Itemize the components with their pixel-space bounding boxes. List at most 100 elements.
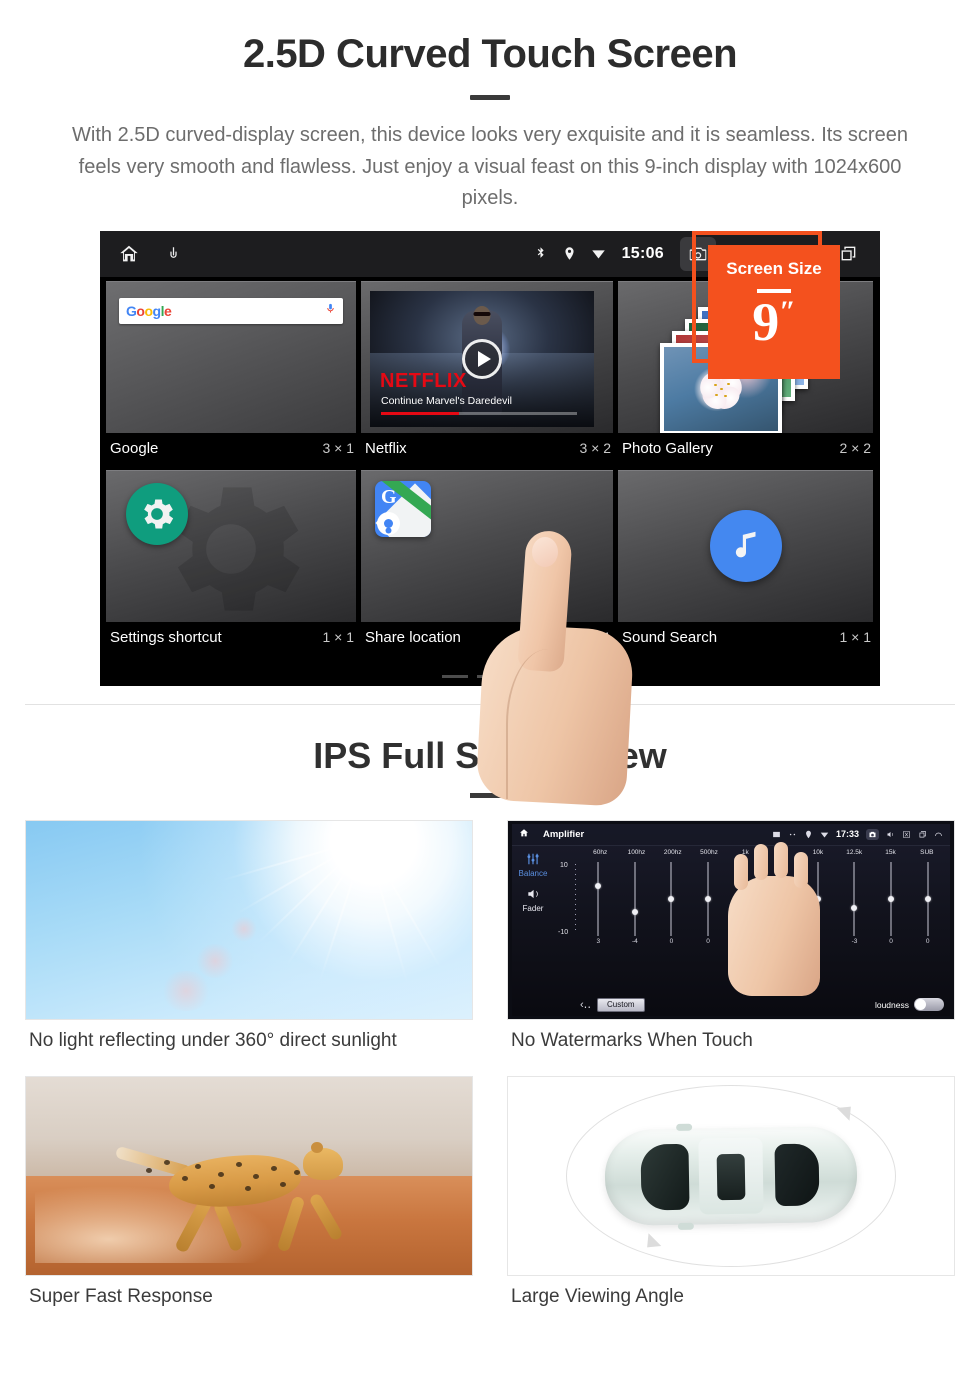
widget-label: Sound Search	[622, 628, 718, 646]
equalizer-screen: Amplifier 17:33 Balance Fader 60hz 100hz…	[508, 820, 954, 1019]
bluetooth-icon	[533, 246, 548, 261]
widget-google-preview[interactable]: Google	[106, 280, 356, 433]
balance-tab-label[interactable]: Balance	[519, 869, 548, 878]
feature-card-label: No light reflecting under 360° direct su…	[29, 1029, 397, 1051]
loudness-label: loudness	[874, 999, 909, 1010]
equalizer-title: Amplifier	[543, 828, 585, 840]
play-icon[interactable]	[462, 338, 502, 379]
feature-card: Amplifier 17:33 Balance Fader 60hz 100hz…	[507, 819, 955, 1066]
google-logo: Google	[126, 302, 172, 319]
equalizer-band-labels: 60hz 100hz 200hz 500hz 1k 2.5k 10k 12.5k…	[556, 849, 945, 856]
equalizer-side-tabs: Balance Fader	[512, 846, 554, 1016]
maps-g-letter: G	[381, 485, 397, 508]
widget-caption: Share location 1 × 1	[361, 622, 613, 655]
widget-netflix[interactable]: NETFLIX Continue Marvel's Daredevil Netf…	[361, 280, 613, 466]
equalizer-slider[interactable]	[909, 861, 946, 936]
widget-caption: Google 3 × 1	[106, 433, 356, 466]
widget-settings-preview[interactable]	[106, 469, 356, 622]
location-icon	[562, 246, 577, 261]
scale-min: -10	[558, 928, 569, 936]
widget-size: 3 × 1	[322, 440, 354, 457]
widget-label: Netflix	[365, 439, 407, 457]
close-icon[interactable]	[902, 830, 911, 839]
wifi-icon	[591, 246, 606, 261]
netflix-artwork: NETFLIX Continue Marvel's Daredevil	[370, 290, 594, 427]
widget-share-location[interactable]: G Share location 1 × 1	[361, 469, 613, 655]
page-subtitle: With 2.5D curved-display screen, this de…	[72, 124, 908, 210]
section-two-underline	[470, 792, 510, 798]
widget-label: Share location	[365, 628, 461, 646]
equalizer-slider[interactable]	[580, 861, 617, 936]
equalizer-slider[interactable]	[617, 861, 654, 936]
widget-size: 3 × 2	[579, 440, 611, 457]
netflix-progress-bar	[381, 412, 577, 415]
feature-card: Super Fast Response	[25, 1075, 473, 1322]
gear-icon[interactable]	[126, 482, 188, 545]
page-indicator[interactable]	[100, 674, 880, 678]
google-search-bar[interactable]: Google	[119, 297, 343, 324]
fader-icon[interactable]	[525, 887, 541, 901]
more-icon	[789, 833, 796, 836]
widget-google[interactable]: Google Google 3 × 1	[106, 280, 356, 466]
band-label: 15k	[885, 848, 896, 856]
feature-card-label: Large Viewing Angle	[511, 1285, 684, 1307]
badge-title: Screen Size	[726, 258, 822, 278]
screen-size-badge: Screen Size 9″	[708, 244, 840, 379]
equalizer-slider[interactable]	[690, 861, 727, 936]
recent-apps-icon[interactable]	[918, 830, 927, 839]
widget-caption: Netflix 3 × 2	[361, 433, 613, 466]
page-title: 2.5D Curved Touch Screen	[242, 32, 738, 76]
section-two-title: IPS Full Screen View	[313, 734, 667, 776]
balance-icon[interactable]	[524, 852, 542, 866]
widget-netflix-preview[interactable]: NETFLIX Continue Marvel's Daredevil	[361, 280, 613, 433]
widget-share-location-preview[interactable]: G	[361, 469, 613, 622]
usb-icon	[166, 246, 181, 261]
band-value: 3	[596, 937, 601, 945]
widget-sound-search-preview[interactable]	[618, 469, 873, 622]
widget-caption: Sound Search 1 × 1	[618, 622, 873, 655]
widget-sound-search[interactable]: Sound Search 1 × 1	[618, 469, 873, 655]
head-unit-device: 15:06 Google Google 3 × 1 NETFLIX Contin…	[100, 230, 880, 807]
equalizer-slider[interactable]	[836, 861, 873, 936]
widget-size: 1 × 1	[322, 629, 354, 646]
preset-button[interactable]: Custom	[597, 997, 645, 1012]
status-bar-left	[118, 243, 181, 265]
page-dot[interactable]	[477, 674, 503, 678]
location-icon	[806, 830, 811, 839]
equalizer-slider[interactable]	[873, 861, 910, 936]
badge-value: 9″	[752, 291, 796, 352]
page-dot-active[interactable]	[512, 674, 538, 678]
band-label: 500hz	[700, 848, 718, 856]
feature-card-label: Super Fast Response	[29, 1285, 213, 1307]
microphone-icon[interactable]	[325, 302, 336, 320]
band-label: 12.5k	[846, 848, 863, 856]
netflix-brand: NETFLIX	[380, 369, 467, 392]
feature-card: No light reflecting under 360° direct su…	[25, 819, 473, 1066]
widget-settings-shortcut[interactable]: Settings shortcut 1 × 1	[106, 469, 356, 655]
amplifier-equalizer-image: Amplifier 17:33 Balance Fader 60hz 100hz…	[507, 819, 955, 1020]
back-arrow-icon[interactable]: ‹․․	[580, 998, 591, 1011]
loudness-toggle[interactable]	[914, 998, 944, 1012]
home-icon[interactable]	[118, 243, 140, 265]
band-value: 0	[669, 937, 674, 945]
camera-icon[interactable]	[866, 828, 879, 840]
widget-size: 1 × 1	[579, 629, 611, 646]
netflix-character-glasses	[473, 311, 491, 316]
band-label: 60hz	[593, 848, 608, 856]
widget-caption: Settings shortcut 1 × 1	[106, 622, 356, 655]
page-dot[interactable]	[442, 674, 468, 678]
widget-size: 1 × 1	[839, 629, 871, 646]
google-maps-icon[interactable]: G	[375, 480, 431, 537]
equalizer-slider[interactable]	[653, 861, 690, 936]
home-icon[interactable]	[519, 825, 529, 843]
fader-tab-label[interactable]: Fader	[523, 904, 544, 913]
loudness-control[interactable]: loudness	[874, 998, 944, 1012]
volume-icon[interactable]	[886, 830, 895, 839]
feature-card: Large Viewing Angle	[507, 1075, 955, 1322]
title-underline	[470, 95, 510, 100]
person-icon	[377, 511, 400, 535]
section-divider	[25, 703, 955, 705]
status-bar-clock: 15:06	[621, 244, 664, 262]
music-note-icon[interactable]	[709, 510, 782, 583]
back-arrow-icon[interactable]	[934, 830, 943, 839]
